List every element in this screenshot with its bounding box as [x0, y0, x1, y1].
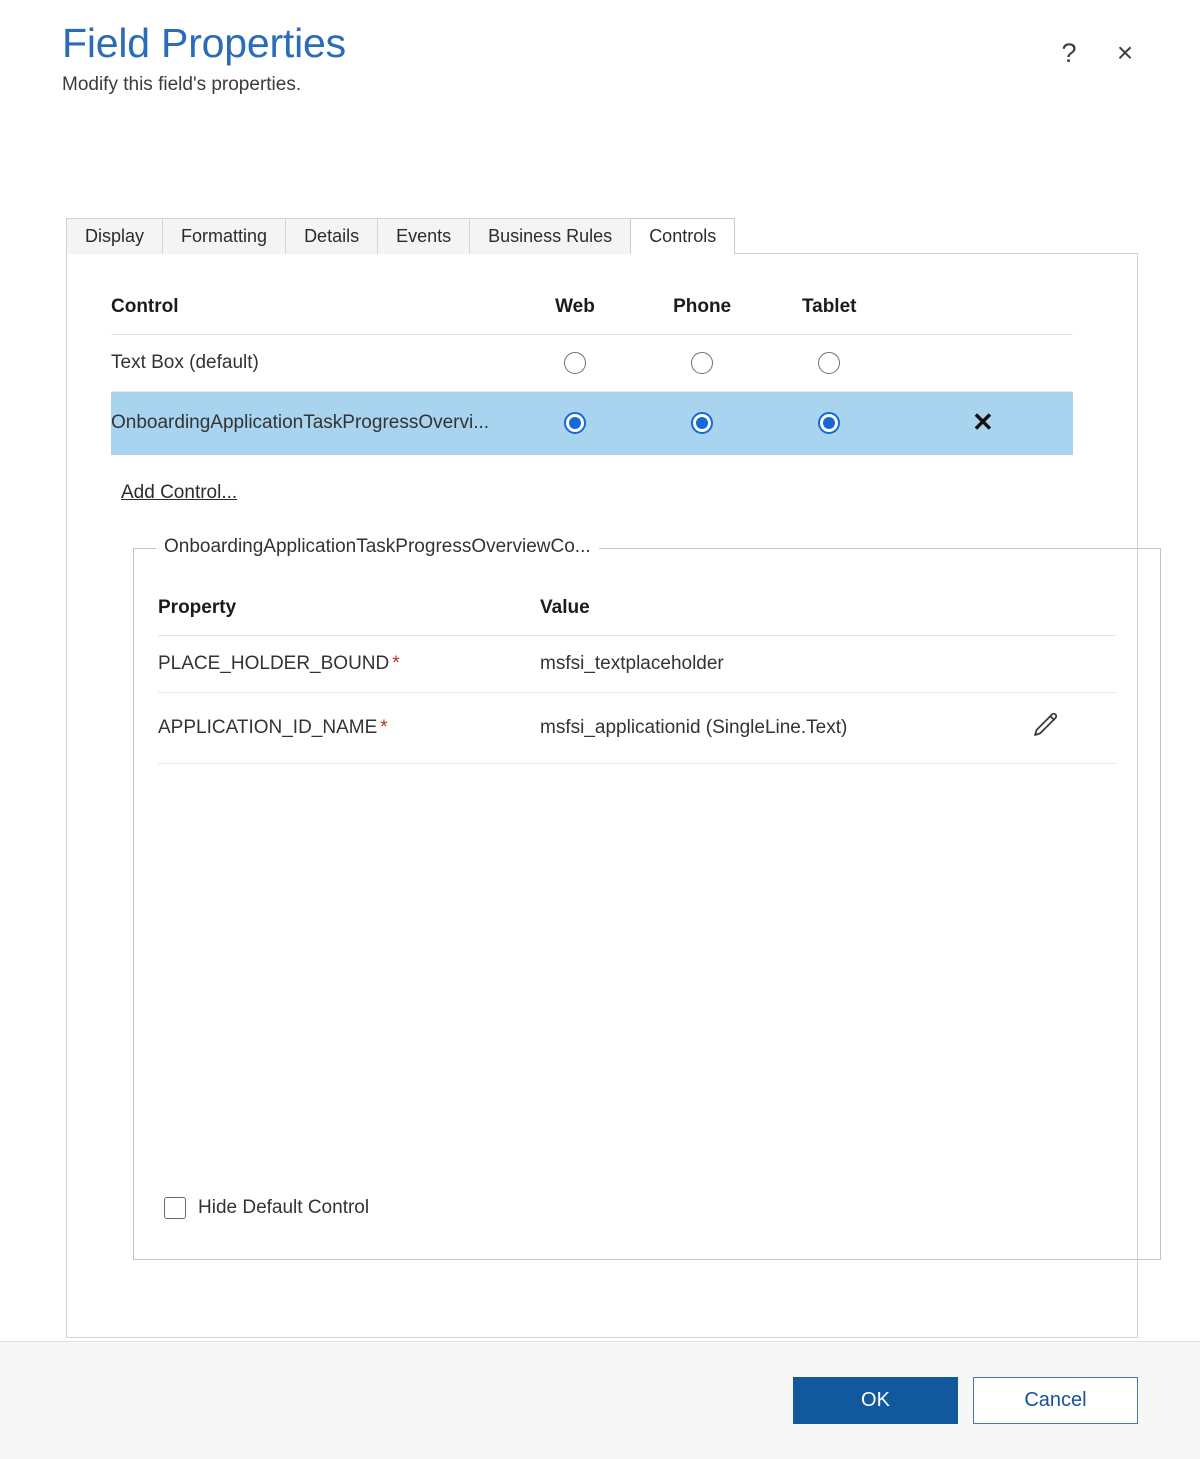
- column-header-actions: [892, 296, 1073, 335]
- table-row[interactable]: APPLICATION_ID_NAME * msfsi_applicationid…: [158, 692, 1116, 765]
- remove-control-icon[interactable]: ✕: [972, 409, 994, 435]
- dialog-footer: OK Cancel: [0, 1341, 1200, 1459]
- controls-tab-panel: Control Web Phone Tablet Text Box (defau…: [66, 253, 1161, 1338]
- required-marker: *: [380, 717, 388, 739]
- required-marker: *: [392, 653, 400, 675]
- radio-phone-text-box[interactable]: [691, 352, 714, 374]
- radio-phone-custom-control[interactable]: [691, 412, 714, 434]
- radio-web-custom-control[interactable]: [563, 412, 586, 434]
- property-name-application-id-name: APPLICATION_ID_NAME: [158, 717, 378, 739]
- radio-tablet-custom-control[interactable]: [818, 412, 841, 434]
- tab-events[interactable]: Events: [377, 218, 471, 254]
- column-header-edit: [1030, 597, 1116, 637]
- radio-web-text-box[interactable]: [563, 352, 586, 374]
- tab-business-rules[interactable]: Business Rules: [469, 218, 632, 254]
- property-edit-cell: [1030, 635, 1116, 694]
- header-actions: ? ×: [1052, 36, 1142, 70]
- column-header-tablet: Tablet: [765, 296, 893, 335]
- fieldset-legend: OnboardingApplicationTaskProgressOvervie…: [156, 536, 599, 559]
- property-table-header-row: Property Value: [158, 597, 1116, 637]
- tab-details[interactable]: Details: [285, 218, 379, 254]
- help-icon[interactable]: ?: [1052, 36, 1086, 70]
- hide-default-control-checkbox[interactable]: Hide Default Control: [164, 1197, 370, 1220]
- radio-cell-phone: [638, 391, 766, 456]
- ok-button[interactable]: OK: [793, 1377, 958, 1424]
- tab-controls[interactable]: Controls: [630, 218, 736, 254]
- column-header-control: Control: [111, 296, 512, 335]
- tab-display[interactable]: Display: [66, 218, 164, 254]
- property-value-place-holder-bound: msfsi_textplaceholder: [540, 635, 1030, 694]
- checkbox-box[interactable]: [164, 1197, 186, 1220]
- add-control-link[interactable]: Add Control...: [121, 482, 237, 504]
- column-header-property: Property: [158, 597, 540, 637]
- radio-cell-web: [511, 391, 639, 456]
- property-name-cell: PLACE_HOLDER_BOUND *: [158, 635, 540, 694]
- dialog-subtitle: Modify this field's properties.: [62, 74, 302, 96]
- table-row[interactable]: Text Box (default): [111, 334, 1073, 393]
- hide-default-control-label: Hide Default Control: [198, 1197, 370, 1219]
- property-table: Property Value PLACE_HOLDER_BOUND * msfsi…: [158, 597, 1116, 765]
- tab-formatting[interactable]: Formatting: [162, 218, 287, 254]
- radio-cell-web: [511, 334, 639, 393]
- radio-cell-tablet: [765, 391, 893, 456]
- actions-cell-text-box: [892, 334, 1073, 393]
- controls-table-header-row: Control Web Phone Tablet: [111, 296, 1073, 335]
- table-row[interactable]: PLACE_HOLDER_BOUND * msfsi_textplaceholde…: [158, 635, 1116, 694]
- property-value-application-id-name: msfsi_applicationid (SingleLine.Text): [540, 692, 1030, 765]
- column-header-value: Value: [540, 597, 1030, 637]
- control-name-text-box: Text Box (default): [111, 334, 512, 393]
- controls-table: Control Web Phone Tablet Text Box (defau…: [111, 296, 1073, 456]
- property-edit-cell: [1030, 692, 1116, 765]
- control-properties-fieldset: OnboardingApplicationTaskProgressOvervie…: [133, 536, 1161, 1261]
- property-name-place-holder-bound: PLACE_HOLDER_BOUND: [158, 653, 390, 675]
- table-row[interactable]: OnboardingApplicationTaskProgressOvervi.…: [111, 391, 1073, 456]
- radio-cell-phone: [638, 334, 766, 393]
- control-name-custom-control: OnboardingApplicationTaskProgressOvervi.…: [111, 391, 512, 456]
- close-icon[interactable]: ×: [1108, 36, 1142, 70]
- tab-strip: Display Formatting Details Events Busine…: [0, 218, 1200, 254]
- property-name-cell: APPLICATION_ID_NAME *: [158, 692, 540, 765]
- cancel-button[interactable]: Cancel: [973, 1377, 1138, 1424]
- dialog-header: Field Properties Modify this field's pro…: [0, 0, 1200, 130]
- page-title: Field Properties: [62, 20, 346, 66]
- edit-pencil-icon[interactable]: [1030, 710, 1060, 746]
- column-header-phone: Phone: [638, 296, 766, 335]
- radio-cell-tablet: [765, 334, 893, 393]
- actions-cell-custom-control: ✕: [892, 391, 1073, 456]
- radio-tablet-text-box[interactable]: [818, 352, 841, 374]
- column-header-web: Web: [511, 296, 639, 335]
